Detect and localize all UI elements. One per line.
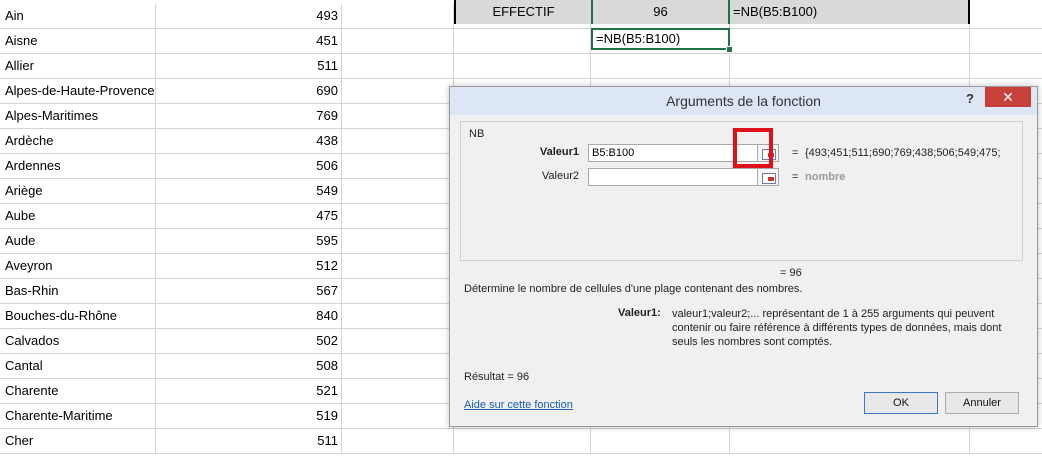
empty-cell[interactable] [342, 229, 454, 253]
department-cell[interactable]: Alpes-Maritimes [0, 104, 156, 128]
empty-cell[interactable] [342, 129, 454, 153]
table-row: Cher 511 [0, 429, 1042, 454]
empty-cell[interactable] [342, 79, 454, 103]
close-button[interactable]: ✕ [985, 87, 1031, 107]
function-description: Détermine le nombre de cellules d'une pl… [464, 283, 803, 295]
arg2-collapse-button[interactable] [757, 168, 779, 186]
cancel-button[interactable]: Annuler [945, 392, 1019, 414]
value-cell[interactable]: 506 [156, 154, 342, 178]
header-label-cell[interactable]: EFFECTIF [454, 0, 591, 24]
empty-cell[interactable] [342, 329, 454, 353]
table-row: Allier 511 [0, 54, 1042, 79]
arg2-equals: = [792, 171, 799, 183]
empty-cell[interactable] [342, 304, 454, 328]
header-formula-cell[interactable]: =NB(B5:B100) [730, 0, 970, 24]
dialog-titlebar[interactable]: Arguments de la fonction ? ✕ [450, 87, 1037, 115]
value-cell[interactable]: 519 [156, 404, 342, 428]
department-cell[interactable]: Ardennes [0, 154, 156, 178]
empty-cell[interactable] [730, 54, 970, 78]
department-cell[interactable]: Ariège [0, 179, 156, 203]
argument-help-label: Valeur1: [618, 307, 661, 319]
empty-cell[interactable] [342, 54, 454, 78]
department-cell[interactable]: Aisne [0, 29, 156, 53]
value-cell[interactable]: 511 [156, 429, 342, 453]
value-cell[interactable]: 595 [156, 229, 342, 253]
value-cell[interactable]: 512 [156, 254, 342, 278]
empty-cell[interactable] [342, 254, 454, 278]
empty-cell[interactable] [342, 29, 454, 53]
department-cell[interactable]: Cher [0, 429, 156, 453]
formula-preview: = 96 [780, 267, 802, 279]
value-cell[interactable]: 508 [156, 354, 342, 378]
value-cell[interactable]: 511 [156, 54, 342, 78]
department-cell[interactable]: Charente-Maritime [0, 404, 156, 428]
department-cell[interactable]: Aveyron [0, 254, 156, 278]
ok-button[interactable]: OK [864, 392, 938, 414]
empty-cell[interactable] [342, 154, 454, 178]
empty-cell[interactable] [970, 429, 1042, 453]
department-cell[interactable]: Ardèche [0, 129, 156, 153]
arg2-result: nombre [805, 171, 846, 183]
empty-cell[interactable] [970, 4, 1042, 28]
empty-cell[interactable] [342, 204, 454, 228]
active-cell-editor[interactable]: =NB(B5:B100) [591, 28, 730, 50]
empty-cell[interactable] [342, 404, 454, 428]
empty-cell[interactable] [454, 429, 591, 453]
department-cell[interactable]: Aube [0, 204, 156, 228]
value-cell[interactable]: 567 [156, 279, 342, 303]
empty-cell[interactable] [591, 429, 730, 453]
empty-cell[interactable] [342, 379, 454, 403]
department-cell[interactable]: Cantal [0, 354, 156, 378]
empty-cell[interactable] [342, 179, 454, 203]
department-cell[interactable]: Bouches-du-Rhône [0, 304, 156, 328]
arg2-input[interactable] [588, 168, 758, 186]
value-cell[interactable]: 451 [156, 29, 342, 53]
table-row: Aisne 451 [0, 29, 1042, 54]
department-cell[interactable]: Bas-Rhin [0, 279, 156, 303]
department-cell[interactable]: Aude [0, 229, 156, 253]
value-cell[interactable]: 438 [156, 129, 342, 153]
value-cell[interactable]: 502 [156, 329, 342, 353]
empty-cell[interactable] [342, 279, 454, 303]
empty-cell[interactable] [970, 54, 1042, 78]
empty-cell[interactable] [730, 429, 970, 453]
empty-cell[interactable] [454, 29, 591, 53]
help-link[interactable]: Aide sur cette fonction [464, 399, 573, 411]
value-cell[interactable]: 493 [156, 4, 342, 28]
department-cell[interactable]: Alpes-de-Haute-Provence [0, 79, 156, 103]
empty-cell[interactable] [730, 29, 970, 53]
fill-handle[interactable] [726, 46, 733, 53]
empty-cell[interactable] [454, 54, 591, 78]
dialog-title: Arguments de la fonction [666, 93, 821, 109]
value-cell[interactable]: 690 [156, 79, 342, 103]
department-cell[interactable]: Calvados [0, 329, 156, 353]
header-value-cell[interactable]: 96 [591, 0, 730, 24]
department-cell[interactable]: Charente [0, 379, 156, 403]
empty-cell[interactable] [591, 54, 730, 78]
empty-cell[interactable] [342, 4, 454, 28]
function-name: NB [469, 128, 485, 140]
help-icon[interactable]: ? [966, 91, 974, 106]
empty-cell[interactable] [342, 429, 454, 453]
argument-help-text: valeur1;valeur2;... représentant de 1 à … [672, 308, 1002, 348]
arg1-equals: = [792, 147, 799, 159]
highlight-annotation [733, 128, 773, 168]
range-select-icon [762, 173, 776, 184]
value-cell[interactable]: 769 [156, 104, 342, 128]
arg1-result: {493;451;511;690;769;438;506;549;475; [805, 147, 1001, 159]
value-cell[interactable]: 475 [156, 204, 342, 228]
department-cell[interactable]: Ain [0, 4, 156, 28]
arg1-label: Valeur1 [539, 146, 579, 158]
empty-cell[interactable] [342, 354, 454, 378]
arg2-label: Valeur2 [541, 170, 579, 182]
value-cell[interactable]: 840 [156, 304, 342, 328]
department-cell[interactable]: Allier [0, 54, 156, 78]
value-cell[interactable]: 521 [156, 379, 342, 403]
result-text: Résultat = 96 [464, 371, 530, 383]
value-cell[interactable]: 549 [156, 179, 342, 203]
empty-cell[interactable] [970, 29, 1042, 53]
empty-cell[interactable] [342, 104, 454, 128]
